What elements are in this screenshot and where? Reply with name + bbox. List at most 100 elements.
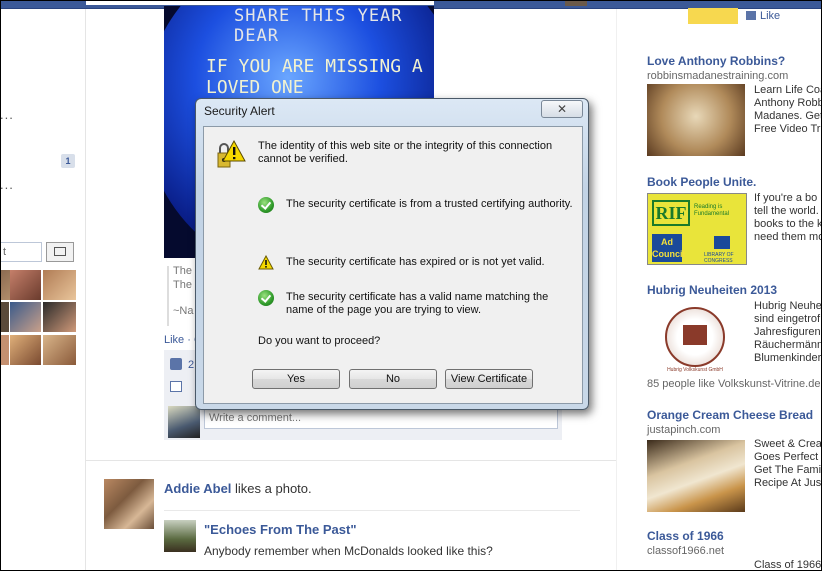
ad-desc-line: Hubrig Neuhe [754, 300, 822, 312]
no-button[interactable]: No [349, 369, 437, 389]
ad-description: Hubrig Neuhe sind eingetrof Jahresfigure… [754, 300, 822, 365]
yes-button[interactable]: Yes [252, 369, 340, 389]
library-of-congress-logo: LIBRARY OF CONGRESS [704, 252, 734, 264]
chat-options-button[interactable] [46, 242, 74, 262]
certificate-check-text: The security certificate is from a trust… [286, 198, 573, 210]
ad-description: Class of 1966 [754, 559, 822, 572]
ad-title[interactable]: Orange Cream Cheese Bread [647, 408, 822, 422]
view-certificate-button[interactable]: View Certificate [445, 369, 533, 389]
friend-photo[interactable] [0, 335, 9, 365]
sidebar-ellipsis[interactable]: ... [0, 177, 14, 192]
shared-photo-title[interactable]: "Echoes From The Past" [204, 522, 356, 537]
sponsored-ad[interactable]: Hubrig Neuheiten 2013 Hubrig Volkskunst … [647, 283, 822, 390]
book-icon [714, 236, 730, 249]
column-divider [616, 9, 617, 571]
seal-text: Hubrig Volkskunst GmbH [667, 367, 723, 373]
window-icon [54, 247, 66, 256]
rif-tagline: Reading is Fundamental [694, 204, 730, 217]
dialog-title: Security Alert [204, 104, 275, 118]
thumbs-up-icon [170, 358, 182, 370]
ad-description: Learn Life Coa Anthony Robb Madanes. Get… [754, 84, 822, 136]
sponsored-ad[interactable]: Class of 1966 classof1966.net Class of 1… [647, 529, 822, 571]
comment-icon [170, 381, 182, 392]
ad-desc-line: need them mo [754, 231, 822, 243]
ad-desc-line: Goes Perfect [754, 451, 819, 463]
house-icon [683, 325, 707, 345]
like-label: Like [760, 10, 781, 22]
friend-photo[interactable] [43, 270, 76, 300]
story-divider [86, 460, 616, 461]
page-avatar[interactable] [164, 520, 196, 552]
story-subdivider [164, 510, 580, 511]
friend-photo[interactable] [43, 335, 76, 365]
comment-input[interactable]: Write a comment... [204, 408, 558, 429]
checkmark-icon [258, 197, 274, 213]
story-actor-link[interactable]: Addie Abel [164, 481, 231, 496]
ad-desc-line: Anthony Robb [754, 97, 822, 109]
ad-title[interactable]: Book People Unite. [647, 175, 822, 189]
ad-url: robbinsmadanestraining.com [647, 70, 789, 82]
ad-like-link[interactable]: Like [746, 10, 780, 22]
ad-image[interactable]: RIF Reading is Fundamental Ad Council LI… [647, 193, 747, 265]
ad-desc-line: If you're a bo [754, 192, 818, 204]
sponsored-ad[interactable]: Book People Unite. RIF Reading is Fundam… [647, 175, 822, 265]
ad-desc-line: Madanes. Get [754, 110, 822, 122]
ad-title[interactable]: Hubrig Neuheiten 2013 [647, 283, 822, 297]
security-alert-dialog: Security Alert ✕ The identity of this we… [195, 98, 589, 410]
proceed-question: Do you want to proceed? [258, 335, 381, 347]
certificate-check-text: The security certificate has a valid nam… [286, 291, 549, 316]
ad-url: classof1966.net [647, 545, 725, 557]
sidebar-ellipsis[interactable]: ... [0, 107, 14, 122]
ad-desc-line: Blumenkinder! [754, 352, 822, 364]
lock-warning-icon [217, 139, 246, 168]
friend-photo[interactable] [43, 302, 76, 332]
ad-description: Sweet & Crea Goes Perfect Get The Famil … [754, 438, 822, 490]
ad-desc-line: Sweet & Crea [754, 438, 822, 450]
warning-icon [258, 255, 274, 270]
close-button[interactable]: ✕ [541, 100, 583, 118]
ad-image[interactable] [647, 84, 745, 156]
friend-photo[interactable] [0, 302, 9, 332]
ad-description: If you're a bo tell the world. books to … [754, 192, 822, 244]
ad-desc-line: Räuchermänn [754, 339, 822, 351]
column-divider [85, 9, 86, 571]
ad-title[interactable]: Love Anthony Robbins? [647, 54, 822, 68]
sponsored-ad[interactable]: Orange Cream Cheese Bread justapinch.com… [647, 408, 822, 512]
dialog-body: The identity of this web site or the int… [203, 126, 583, 404]
story-headline: Addie Abel likes a photo. [164, 481, 312, 496]
photo-text-line: IF YOU ARE MISSING A LOVED ONE [206, 56, 423, 98]
close-icon: ✕ [556, 102, 568, 116]
quote-bar [167, 266, 169, 326]
ad-image[interactable]: Hubrig Volkskunst GmbH [659, 301, 731, 373]
certificate-check-text: The security certificate has expired or … [286, 256, 545, 268]
ad-desc-line: Class of 1966 [754, 559, 822, 571]
friend-photo[interactable] [10, 335, 41, 365]
avatar [168, 406, 200, 438]
ad-image[interactable] [647, 440, 745, 512]
story-action: likes a photo. [231, 481, 312, 496]
ad-url: justapinch.com [647, 424, 721, 436]
ad-title[interactable]: Class of 1966 [647, 529, 822, 543]
shared-photo-description: Anybody remember when McDonalds looked l… [204, 544, 493, 558]
ad-desc-line: sind eingetrof [754, 313, 821, 325]
friend-photo[interactable] [10, 302, 41, 332]
ad-desc-line: Get The Famil [754, 464, 822, 476]
friend-photo[interactable] [10, 270, 41, 300]
avatar[interactable] [104, 479, 154, 529]
ad-social-context[interactable]: 85 people like Volkskunst-Vitrine.de. [647, 378, 822, 390]
notification-count-badge: 1 [61, 154, 75, 168]
ad-desc-line: books to the k [754, 218, 822, 230]
top-profile-thumb[interactable] [565, 0, 587, 6]
ad-desc-line: Free Video Tra [754, 123, 822, 135]
ad-desc-line: Recipe At Jus [754, 477, 822, 489]
photo-text-line: SHARE THIS YEAR DEAR [234, 6, 403, 46]
checkmark-icon [258, 290, 274, 306]
sponsored-ad[interactable]: Love Anthony Robbins? robbinsmadanestrai… [647, 54, 822, 156]
rif-logo: RIF [652, 200, 690, 226]
ad-council-logo: Ad Council [652, 234, 685, 262]
like-count[interactable]: 2 [188, 359, 194, 371]
ad-desc-line: Jahresfiguren [754, 326, 821, 338]
chat-search-input[interactable]: t [0, 242, 42, 262]
ad-image[interactable] [688, 8, 738, 24]
thumbs-up-icon [746, 11, 756, 20]
